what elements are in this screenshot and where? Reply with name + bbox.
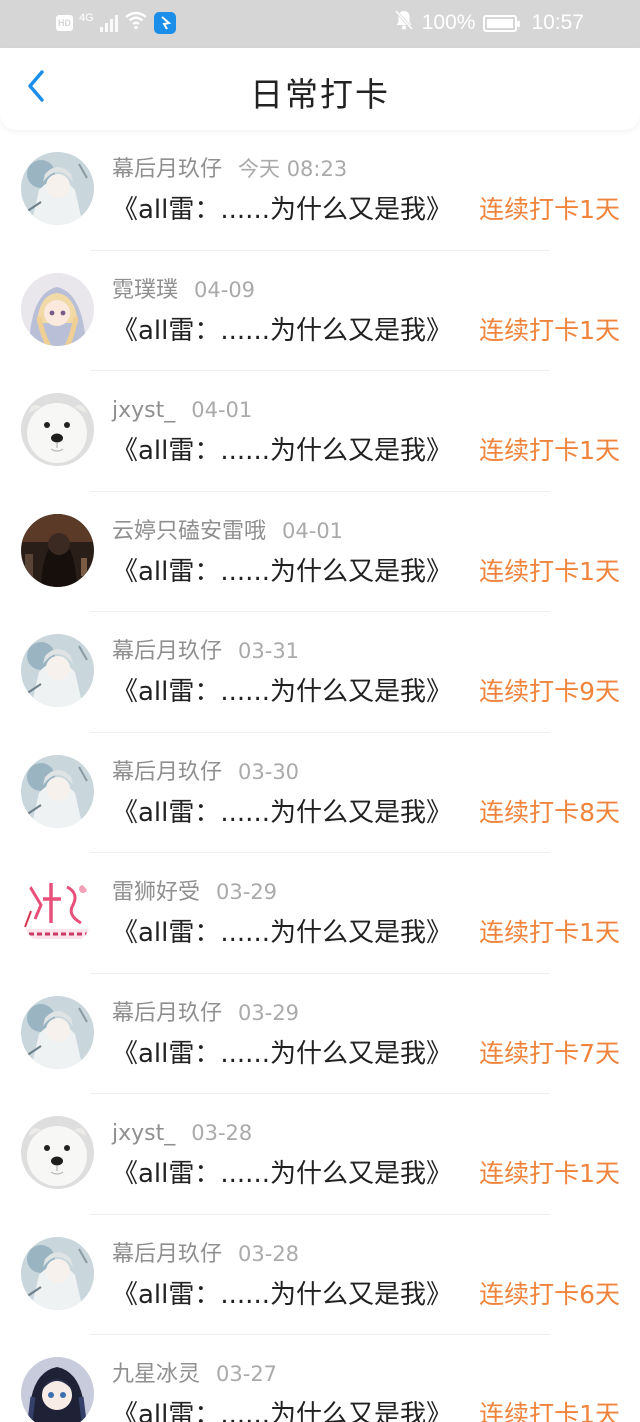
avatar-anime-dark-hair[interactable] <box>21 1357 94 1422</box>
page-title: 日常打卡 <box>250 75 390 114</box>
user-name[interactable]: 幕后月玖仔 <box>112 760 222 785</box>
avatar-white-dog[interactable] <box>21 1116 94 1189</box>
checkin-list: 幕后月玖仔 今天 08:23 《all雷：......为什么又是我》 连续打卡1天… <box>0 130 640 1422</box>
name-line: 幕后月玖仔 03-29 <box>112 998 299 1028</box>
streak-label: 连续打卡1天 <box>479 195 620 224</box>
checkin-row[interactable]: 云婷只磕安雷哦 04-01 《all雷：......为什么又是我》 连续打卡1天 <box>0 492 640 612</box>
book-title[interactable]: 《all雷：......为什么又是我》 <box>112 1395 452 1422</box>
book-title[interactable]: 《all雷：......为什么又是我》 <box>112 190 452 230</box>
name-line: 九星冰灵 03-27 <box>112 1359 277 1389</box>
checkin-date: 03-28 <box>238 1241 300 1266</box>
checkin-row[interactable]: 幕后月玖仔 03-29 《all雷：......为什么又是我》 连续打卡7天 <box>0 974 640 1094</box>
checkin-date: 03-31 <box>238 639 300 663</box>
wifi-icon <box>124 10 148 36</box>
streak-label: 连续打卡1天 <box>479 556 620 586</box>
avatar-anime-pale[interactable] <box>21 634 94 707</box>
avatar-pink-text[interactable] <box>21 875 94 948</box>
checkin-date: 04-01 <box>191 398 253 422</box>
checkin-date: 03-28 <box>191 1121 253 1145</box>
streak-label: 连续打卡1天 <box>479 1400 620 1422</box>
checkin-date: 03-29 <box>238 1000 300 1025</box>
checkin-row[interactable]: 幕后月玖仔 03-28 《all雷：......为什么又是我》 连续打卡6天 <box>0 1215 640 1335</box>
user-name[interactable]: 幕后月玖仔 <box>112 157 222 182</box>
app-notification-icon <box>153 12 176 34</box>
avatar-dark-figure[interactable] <box>21 513 94 587</box>
name-line: jxyst_ 04-01 <box>112 395 252 425</box>
checkin-date: 今天 08:23 <box>238 157 348 181</box>
streak-label: 连续打卡1天 <box>479 436 620 465</box>
streak-label: 连续打卡1天 <box>479 918 620 947</box>
book-title[interactable]: 《all雷：......为什么又是我》 <box>112 1034 452 1074</box>
network-type: 4G <box>79 12 94 24</box>
user-name[interactable]: 幕后月玖仔 <box>112 1001 222 1026</box>
book-title[interactable]: 《all雷：......为什么又是我》 <box>112 1275 452 1315</box>
name-line: 霓璞璞 04-09 <box>112 275 255 305</box>
user-name[interactable]: 幕后月玖仔 <box>112 639 222 664</box>
avatar-anime-pale[interactable] <box>21 754 94 828</box>
book-title[interactable]: 《all雷：......为什么又是我》 <box>112 552 452 592</box>
hd-icon: HD <box>56 15 73 31</box>
checkin-row[interactable]: 霓璞璞 04-09 《all雷：......为什么又是我》 连续打卡1天 <box>0 251 640 371</box>
book-title[interactable]: 《all雷：......为什么又是我》 <box>112 913 452 953</box>
checkin-row[interactable]: jxyst_ 04-01 《all雷：......为什么又是我》 连续打卡1天 <box>0 371 640 492</box>
book-title[interactable]: 《all雷：......为什么又是我》 <box>112 431 452 471</box>
checkin-row[interactable]: 九星冰灵 03-27 《all雷：......为什么又是我》 连续打卡1天 <box>0 1335 640 1422</box>
checkin-row[interactable]: 雷狮好受 03-29 《all雷：......为什么又是我》 连续打卡1天 <box>0 853 640 974</box>
checkin-date: 03-30 <box>238 759 300 784</box>
user-name[interactable]: jxyst_ <box>112 398 175 423</box>
name-line: 幕后月玖仔 03-31 <box>112 636 299 666</box>
user-name[interactable]: 云婷只磕安雷哦 <box>112 519 266 544</box>
user-name[interactable]: 九星冰灵 <box>112 1362 200 1387</box>
book-title[interactable]: 《all雷：......为什么又是我》 <box>112 311 452 351</box>
book-title[interactable]: 《all雷：......为什么又是我》 <box>112 672 452 712</box>
avatar-anime-pale[interactable] <box>21 995 94 1069</box>
checkin-row[interactable]: 幕后月玖仔 03-31 《all雷：......为什么又是我》 连续打卡9天 <box>0 612 640 733</box>
checkin-date: 04-09 <box>194 277 256 302</box>
battery-percent: 100% <box>421 11 476 34</box>
name-line: jxyst_ 03-28 <box>112 1118 252 1148</box>
checkin-date: 03-29 <box>216 880 278 904</box>
streak-label: 连续打卡7天 <box>479 1038 620 1068</box>
name-line: 雷狮好受 03-29 <box>112 877 277 907</box>
streak-label: 连续打卡8天 <box>479 797 620 827</box>
avatar-anime-pale[interactable] <box>21 152 94 225</box>
header: 日常打卡 <box>0 48 640 130</box>
checkin-date: 04-01 <box>282 518 344 543</box>
name-line: 幕后月玖仔 03-30 <box>112 757 299 787</box>
book-title[interactable]: 《all雷：......为什么又是我》 <box>112 1154 452 1194</box>
name-line: 幕后月玖仔 03-28 <box>112 1239 299 1269</box>
user-name[interactable]: 幕后月玖仔 <box>112 1242 222 1267</box>
signal-icon <box>99 14 118 32</box>
checkin-row[interactable]: 幕后月玖仔 今天 08:23 《all雷：......为什么又是我》 连续打卡1天 <box>0 130 640 251</box>
status-right: 100% 10:57 <box>394 10 584 36</box>
checkin-row[interactable]: jxyst_ 03-28 《all雷：......为什么又是我》 连续打卡1天 <box>0 1094 640 1215</box>
checkin-row[interactable]: 幕后月玖仔 03-30 《all雷：......为什么又是我》 连续打卡8天 <box>0 733 640 853</box>
avatar-anime-pale[interactable] <box>21 1236 94 1310</box>
checkin-date: 03-27 <box>216 1362 278 1386</box>
clock: 10:57 <box>531 11 584 34</box>
streak-label: 连续打卡9天 <box>479 677 620 706</box>
streak-label: 连续打卡1天 <box>479 1159 620 1188</box>
user-name[interactable]: jxyst_ <box>112 1121 175 1146</box>
user-name[interactable]: 霓璞璞 <box>112 278 178 303</box>
streak-label: 连续打卡6天 <box>479 1279 620 1309</box>
avatar-white-dog[interactable] <box>21 393 94 466</box>
status-bar: HD 4G 100% 10:57 <box>0 0 640 48</box>
battery-icon <box>483 14 521 32</box>
status-left: HD 4G <box>56 10 176 36</box>
user-name[interactable]: 雷狮好受 <box>112 880 200 905</box>
avatar-anime-blonde[interactable] <box>21 272 94 346</box>
book-title[interactable]: 《all雷：......为什么又是我》 <box>112 793 452 833</box>
name-line: 云婷只磕安雷哦 04-01 <box>112 516 343 546</box>
streak-label: 连续打卡1天 <box>479 315 620 345</box>
mute-icon <box>394 9 414 37</box>
name-line: 幕后月玖仔 今天 08:23 <box>112 154 347 184</box>
